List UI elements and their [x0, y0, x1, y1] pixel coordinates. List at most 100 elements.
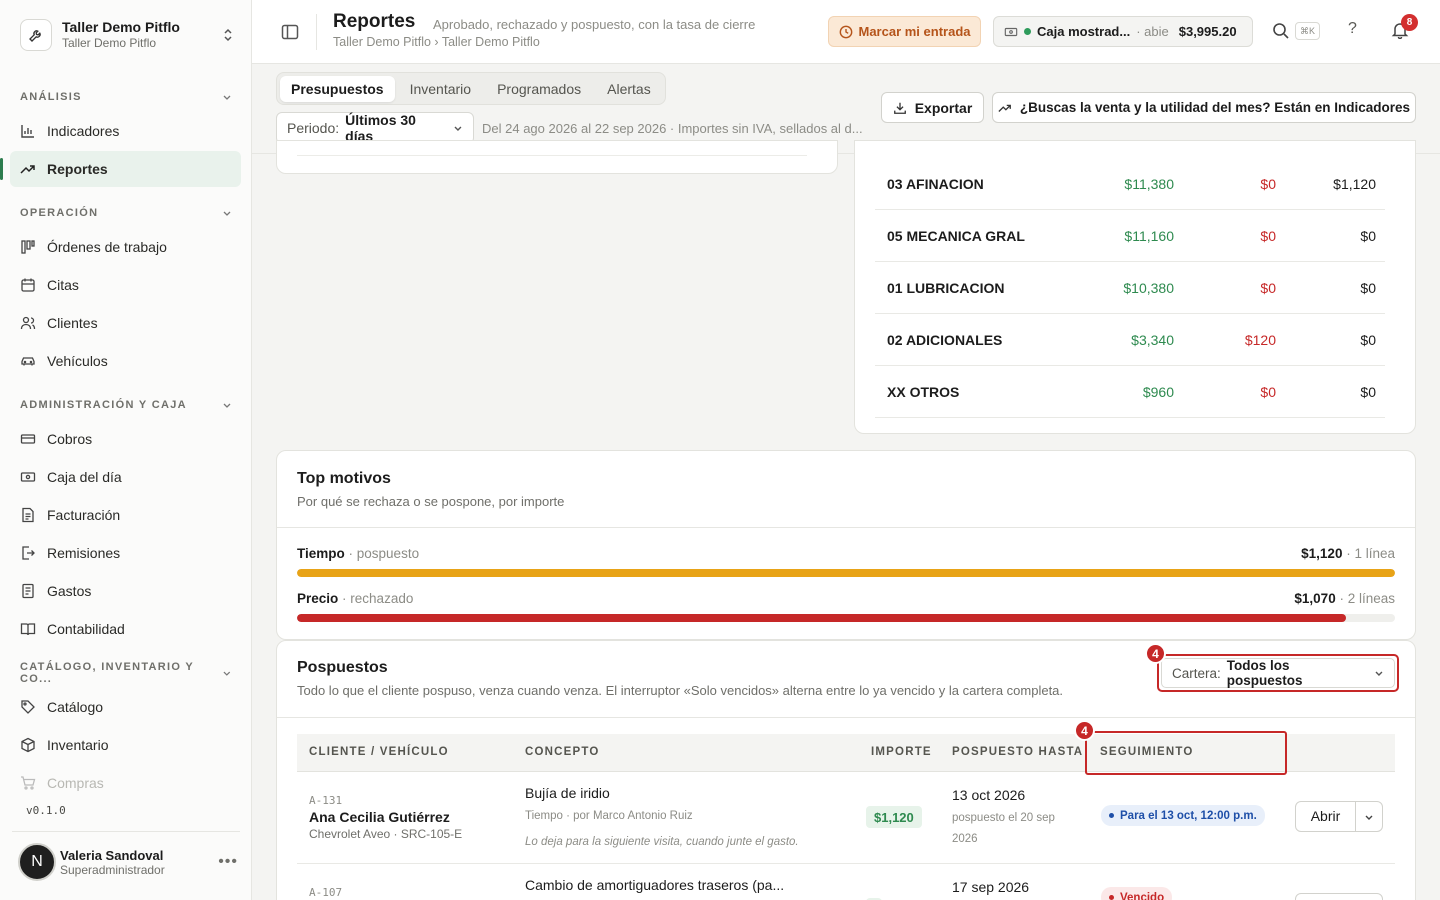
breadcrumb[interactable]: Taller Demo Pitflo › Taller Demo Pitflo: [333, 35, 540, 49]
sidebar-toggle-icon[interactable]: [280, 22, 300, 42]
cart-icon: [20, 775, 37, 792]
sidebar-item-remisiones[interactable]: Remisiones: [10, 535, 241, 571]
cartera-select[interactable]: Cartera: Todos los pospuestos: [1161, 658, 1395, 688]
motivo-bar: [297, 614, 1395, 622]
row-actions: [1295, 893, 1383, 900]
table-row[interactable]: 05 MECANICA GRAL $11,160 $0 $0: [875, 210, 1385, 262]
chevron-down-icon: [454, 126, 462, 131]
pospuestos-card: Pospuestos Todo lo que el cliente pospus…: [276, 640, 1416, 900]
clock-icon: [839, 25, 852, 38]
divider: [277, 527, 1415, 528]
status-dot: [1109, 813, 1114, 818]
register-icon: [20, 469, 37, 486]
chevron-down-icon[interactable]: [1356, 812, 1382, 822]
tab-programados[interactable]: Programados: [486, 76, 592, 102]
sidebar-item-cobros[interactable]: Cobros: [10, 421, 241, 457]
card-partial-left: [276, 140, 838, 174]
book-icon: [20, 621, 37, 638]
order-code: A-107: [309, 886, 343, 899]
table-row[interactable]: 03 AFINACION $11,380 $0 $1,120: [875, 158, 1385, 210]
section-catalogo[interactable]: CATÁLOGO, INVENTARIO Y CO...: [20, 661, 232, 685]
caja-amount: $3,995.20: [1178, 24, 1237, 39]
motivo-row: Precio · rechazado $1,070 · 2 líneas: [297, 591, 1395, 606]
row-actions: Abrir: [1295, 801, 1383, 832]
status-badge: Para el 13 oct, 12:00 p.m.: [1101, 805, 1265, 826]
open-button[interactable]: Abrir: [1296, 802, 1356, 831]
sidebar-item-indicadores[interactable]: Indicadores: [10, 113, 241, 149]
tab-presupuestos[interactable]: Presupuestos: [280, 75, 395, 102]
tab-alertas[interactable]: Alertas: [596, 76, 662, 102]
motivo-bar-fill: [297, 614, 1346, 622]
sidebar-item-citas[interactable]: Citas: [10, 267, 241, 303]
category-table-card: 03 AFINACION $11,380 $0 $1,120 05 MECANI…: [854, 140, 1416, 434]
sidebar-item-ordenes[interactable]: Órdenes de trabajo: [10, 229, 241, 265]
search-icon[interactable]: [1272, 22, 1290, 40]
sidebar-item-compras[interactable]: Compras: [10, 765, 241, 801]
amount-badge: $1,120: [866, 806, 922, 828]
concept-note: Lo deja para la siguiente visita, cuando…: [525, 836, 799, 848]
receipt-icon: [20, 583, 37, 600]
caja-name: Caja mostrad...: [1037, 24, 1131, 39]
sidebar-item-vehiculos[interactable]: Vehículos: [10, 343, 241, 379]
export-button[interactable]: Exportar: [881, 92, 984, 123]
tab-inventario[interactable]: Inventario: [399, 76, 482, 102]
wrench-icon: [20, 19, 52, 51]
tag-icon: [20, 699, 37, 716]
workspace-switcher[interactable]: Taller Demo Pitflo Taller Demo Pitflo: [20, 16, 236, 54]
chevron-down-icon: [223, 671, 231, 676]
motivo-bar-fill: [297, 569, 1395, 577]
client-name: Ana Cecilia Gutiérrez: [309, 809, 450, 825]
annotation-highlight: [1085, 731, 1287, 775]
sidebar-item-contabilidad[interactable]: Contabilidad: [10, 611, 241, 647]
table-row[interactable]: 01 LUBRICACION $10,380 $0 $0: [875, 262, 1385, 314]
section-operacion[interactable]: OPERACIÓN: [20, 205, 232, 221]
table-row[interactable]: A-131 Ana Cecilia Gutiérrez Chevrolet Av…: [297, 772, 1395, 864]
status-dot: [1024, 28, 1031, 35]
annotation-badge: 4: [1074, 720, 1095, 741]
cash-icon: [20, 431, 37, 448]
top-motivos-card: Top motivos Por qué se rechaza o se posp…: [276, 450, 1416, 640]
clock-in-button[interactable]: Marcar mi entrada: [828, 16, 981, 47]
caja-state: · abie: [1136, 24, 1169, 39]
sidebar-item-gastos[interactable]: Gastos: [10, 573, 241, 609]
table-row[interactable]: A-107 Cambio de amortiguadores traseros …: [297, 864, 1395, 900]
avatar: N: [18, 843, 56, 881]
calendar-icon: [20, 277, 37, 294]
section-analisis[interactable]: ANÁLISIS: [20, 89, 232, 105]
cash-icon: [1004, 27, 1018, 36]
card-title: Top motivos: [297, 470, 391, 487]
table-row[interactable]: XX OTROS $960 $0 $0: [875, 366, 1385, 418]
table-row[interactable]: 02 ADICIONALES $3,340 $120 $0: [875, 314, 1385, 366]
section-administracion[interactable]: ADMINISTRACIÓN Y CAJA: [20, 397, 232, 413]
sidebar-item-facturacion[interactable]: Facturación: [10, 497, 241, 533]
sidebar-item-inventario[interactable]: Inventario: [10, 727, 241, 763]
car-icon: [20, 353, 37, 370]
sidebar-item-catalogo[interactable]: Catálogo: [10, 689, 241, 725]
postponed-until: 17 sep 2026: [952, 879, 1030, 895]
postponed-until: 13 oct 2026: [952, 787, 1026, 803]
topbar: Reportes Aprobado, rechazado y pospuesto…: [252, 0, 1440, 64]
user-menu[interactable]: N Valeria Sandoval Superadministrador ••…: [18, 840, 238, 884]
divider: [316, 14, 317, 50]
user-name: Valeria Sandoval: [60, 847, 164, 863]
sidebar-item-clientes[interactable]: Clientes: [10, 305, 241, 341]
shortcut-badge: ⌘K: [1295, 22, 1320, 40]
cash-register-selector[interactable]: Caja mostrad... · abie $3,995.20: [993, 16, 1253, 47]
sidebar-item-reportes[interactable]: Reportes: [0, 151, 241, 187]
divider: [12, 831, 240, 832]
status-badge: Vencido: [1101, 887, 1173, 900]
more-icon[interactable]: •••: [218, 853, 238, 871]
indicadores-link-button[interactable]: ¿Buscas la venta y la utilidad del mes? …: [992, 92, 1416, 123]
column-header: CLIENTE / VEHÍCULO: [309, 746, 449, 758]
chevron-down-icon: [223, 211, 231, 216]
sidebar-item-caja[interactable]: Caja del día: [10, 459, 241, 495]
trend-icon: [998, 104, 1011, 112]
workspace-subtitle: Taller Demo Pitflo: [62, 36, 157, 50]
box-icon: [20, 737, 37, 754]
card-subtitle: Por qué se rechaza o se pospone, por imp…: [297, 494, 565, 509]
chevron-down-icon: [223, 403, 231, 408]
postponed-meta: pospuesto el 20 sep 2026: [952, 812, 1055, 845]
motivo-row: Tiempo · pospuesto $1,120 · 1 línea: [297, 546, 1395, 561]
invoice-icon: [20, 507, 37, 524]
help-icon[interactable]: ?: [1348, 20, 1357, 38]
